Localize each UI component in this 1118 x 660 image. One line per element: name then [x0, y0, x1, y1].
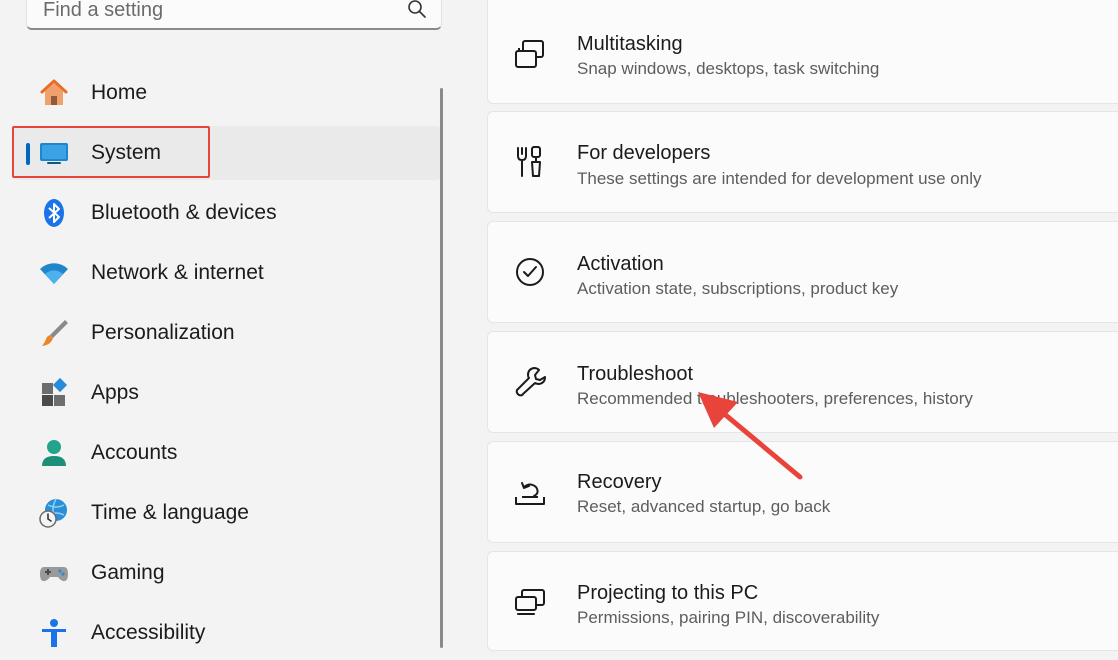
card-recovery[interactable]: Recovery Reset, advanced startup, go bac… — [487, 441, 1118, 543]
home-icon — [40, 79, 68, 105]
brush-icon — [42, 320, 68, 346]
sidebar-item-accounts[interactable]: Accounts — [14, 426, 442, 480]
sidebar-item-personalization[interactable]: Personalization — [14, 306, 442, 360]
bluetooth-icon — [44, 199, 64, 227]
sidebar-item-label: Personalization — [91, 321, 235, 344]
sidebar-item-label: Home — [91, 81, 148, 104]
card-description: Activation state, subscriptions, product… — [577, 279, 899, 298]
sidebar-item-label: Bluetooth & devices — [91, 201, 277, 224]
developer-tools-icon — [517, 146, 541, 177]
sidebar-item-apps[interactable]: Apps — [14, 366, 442, 420]
search-input[interactable]: Find a setting — [43, 0, 163, 22]
card-description: Permissions, pairing PIN, discoverabilit… — [577, 608, 880, 627]
card-projecting[interactable]: Projecting to this PC Permissions, pairi… — [487, 551, 1118, 651]
card-activation[interactable]: Activation Activation state, subscriptio… — [487, 221, 1118, 323]
card-description: Reset, advanced startup, go back — [577, 497, 831, 516]
card-multitasking[interactable]: Multitasking Snap windows, desktops, tas… — [487, 0, 1118, 104]
card-title: Projecting to this PC — [577, 582, 759, 604]
card-title: Multitasking — [577, 33, 683, 55]
card-title: For developers — [577, 142, 711, 164]
accounts-icon — [42, 440, 66, 466]
sidebar-item-time-language[interactable]: Time & language — [14, 486, 442, 540]
projecting-icon — [515, 589, 545, 615]
sidebar-item-label: Accounts — [91, 441, 178, 464]
card-troubleshoot[interactable]: Troubleshoot Recommended troubleshooters… — [487, 331, 1118, 433]
multitasking-icon — [515, 40, 544, 68]
sidebar-item-label: Accessibility — [91, 621, 206, 644]
apps-icon — [42, 377, 68, 406]
card-title: Activation — [577, 253, 664, 275]
checkmark-circle-icon — [516, 258, 544, 286]
annotation-highlight-box — [12, 126, 210, 178]
globe-clock-icon — [39, 498, 67, 528]
sidebar-item-label: Apps — [91, 381, 139, 404]
sidebar-item-home[interactable]: Home — [14, 66, 442, 120]
card-title: Troubleshoot — [577, 363, 693, 385]
wrench-icon — [515, 367, 546, 397]
sidebar-item-label: Gaming — [91, 561, 165, 584]
accessibility-icon — [42, 619, 66, 647]
sidebar-item-label: Time & language — [91, 501, 249, 524]
sidebar-item-accessibility[interactable]: Accessibility — [14, 606, 442, 660]
sidebar-scrollbar[interactable] — [440, 88, 443, 648]
sidebar-item-bluetooth[interactable]: Bluetooth & devices — [14, 186, 442, 240]
card-description: Recommended troubleshooters, preferences… — [577, 389, 973, 408]
sidebar-item-network[interactable]: Network & internet — [14, 246, 442, 300]
wifi-icon — [40, 263, 68, 284]
search-box[interactable]: Find a setting — [26, 0, 442, 30]
card-title: Recovery — [577, 471, 662, 493]
recovery-icon — [515, 482, 545, 505]
card-for-developers[interactable]: For developers These settings are intend… — [487, 111, 1118, 213]
card-description: Snap windows, desktops, task switching — [577, 59, 880, 78]
sidebar-item-label: Network & internet — [91, 261, 264, 284]
card-description: These settings are intended for developm… — [577, 169, 982, 188]
gamepad-icon — [40, 567, 68, 582]
sidebar-item-gaming[interactable]: Gaming — [14, 546, 442, 600]
search-icon[interactable] — [407, 0, 427, 19]
